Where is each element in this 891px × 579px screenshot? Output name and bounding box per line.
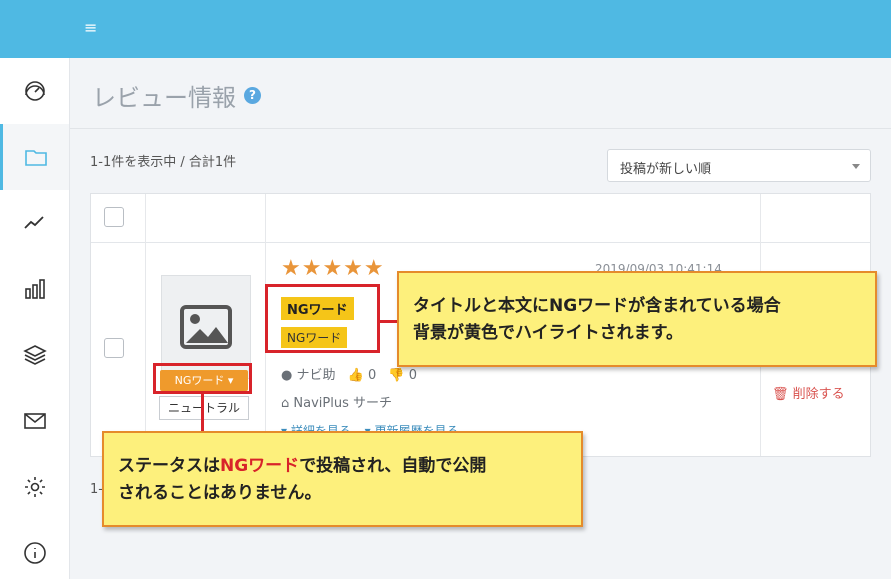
mail-icon bbox=[23, 413, 46, 429]
status-callout-line-2: されることはありません。 bbox=[118, 483, 322, 503]
user-icon: ● bbox=[281, 368, 293, 383]
hamburger-icon[interactable]: ≡ bbox=[84, 20, 98, 36]
column-divider bbox=[145, 194, 146, 456]
status-annotation-frame bbox=[153, 363, 252, 394]
gear-icon bbox=[24, 477, 45, 497]
layers-icon bbox=[22, 345, 47, 365]
sidebar bbox=[0, 58, 70, 579]
thumbs-down-icon[interactable]: 👎 bbox=[388, 368, 404, 383]
delete-button[interactable]: 🗑 削除する bbox=[772, 383, 845, 402]
trend-line-icon bbox=[23, 216, 44, 229]
dashboard-gauge-icon bbox=[24, 81, 45, 101]
select-all-checkbox[interactable] bbox=[104, 207, 124, 227]
status-callout-post: で投稿され、自動で公開 bbox=[299, 456, 487, 476]
row-select-checkbox[interactable] bbox=[104, 338, 124, 358]
image-placeholder-icon bbox=[180, 305, 232, 349]
status-callout-line-1: ステータスはNGワードで投稿され、自動で公開 bbox=[118, 453, 567, 480]
author-name: ナビ助 bbox=[296, 368, 336, 383]
sidebar-item-info[interactable] bbox=[0, 520, 69, 579]
site-name: NaviPlus サーチ bbox=[293, 396, 392, 411]
delete-label: 削除する bbox=[792, 387, 845, 402]
sort-select[interactable]: 投稿が新しい順 bbox=[607, 149, 871, 182]
highlight-callout-line-2: 背景が黄色でハイライトされます。 bbox=[413, 323, 683, 343]
folder-icon bbox=[25, 150, 47, 166]
status-callout: ステータスはNGワードで投稿され、自動で公開 されることはありません。 bbox=[102, 431, 583, 527]
sidebar-item-report[interactable] bbox=[0, 256, 69, 322]
highlight-annotation-frame bbox=[265, 284, 380, 353]
top-bar: ≡ bbox=[0, 0, 891, 58]
like-count: 0 bbox=[367, 368, 377, 383]
sidebar-item-trend[interactable] bbox=[0, 190, 69, 256]
sentiment-button[interactable]: ニュートラル bbox=[159, 396, 249, 420]
status-callout-ng: NGワード bbox=[220, 456, 300, 476]
sort-select-value: 投稿が新しい順 bbox=[620, 162, 712, 177]
status-callout-pre: ステータスは bbox=[118, 456, 220, 476]
sidebar-item-layers[interactable] bbox=[0, 322, 69, 388]
chevron-down-icon bbox=[852, 164, 860, 169]
table-header-row bbox=[91, 194, 870, 243]
help-icon[interactable]: ? bbox=[244, 87, 261, 104]
highlight-callout-line-1: タイトルと本文にNGワードが含まれている場合 bbox=[413, 296, 781, 316]
sidebar-item-reviews[interactable] bbox=[0, 124, 69, 190]
dislike-count: 0 bbox=[408, 368, 417, 383]
page-title: レビュー情報 bbox=[92, 84, 236, 112]
status-annotation-connector bbox=[201, 394, 204, 432]
sidebar-item-dashboard[interactable] bbox=[0, 58, 69, 124]
store-icon: ⌂ bbox=[281, 396, 290, 411]
sidebar-item-settings[interactable] bbox=[0, 454, 69, 520]
site-line: ⌂ NaviPlus サーチ bbox=[281, 392, 392, 411]
highlight-callout: タイトルと本文にNGワードが含まれている場合 背景が黄色でハイライトされます。 bbox=[397, 271, 877, 367]
bar-chart-icon bbox=[24, 279, 45, 299]
page-header: レビュー情報 ? bbox=[70, 58, 891, 129]
info-icon bbox=[23, 542, 46, 564]
highlight-annotation-connector bbox=[380, 320, 398, 323]
trash-icon: 🗑 bbox=[772, 387, 789, 402]
rating-stars: ★★★★★ bbox=[281, 256, 385, 281]
thumbs-up-icon[interactable]: 👍 bbox=[348, 368, 364, 383]
sidebar-item-mail[interactable] bbox=[0, 388, 69, 454]
result-count: 1-1件を表示中 / 合計1件 bbox=[90, 155, 237, 170]
